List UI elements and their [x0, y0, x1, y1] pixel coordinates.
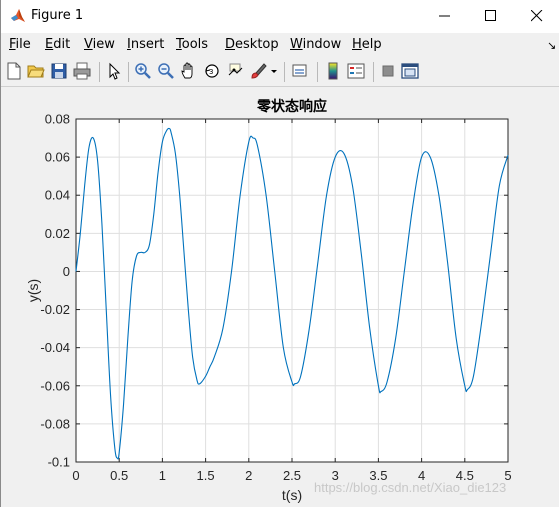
minimize-icon: [439, 15, 450, 17]
y-tick-label: -0.06: [40, 378, 70, 393]
legend-icon[interactable]: [347, 62, 365, 80]
chart-title: 零状态响应: [256, 98, 327, 115]
print-icon[interactable]: [73, 62, 91, 80]
figure-canvas: 0 0.5 1 1.5 2 2.5 3 3.5 4 4.5 5 0.08 0.06 0.04 0.02 0 -0…: [2, 87, 559, 507]
y-tick-label: 0.02: [45, 226, 70, 241]
toolbar-separator: [317, 62, 318, 82]
rotate-3d-icon[interactable]: 3: [203, 62, 221, 80]
x-tick-label: 0: [72, 468, 79, 483]
menu-bar: File Edit View Insert Tools Desktop Wind…: [1, 33, 559, 57]
pan-hand-icon[interactable]: [180, 62, 198, 80]
minimize-button[interactable]: [422, 0, 468, 33]
y-tick-label: -0.04: [40, 340, 70, 355]
open-file-icon[interactable]: [27, 62, 45, 80]
figure-toolbar: 3: [1, 57, 559, 87]
y-tick-label: -0.08: [40, 416, 70, 431]
menu-dock-arrow-icon[interactable]: ↘: [547, 39, 556, 52]
y-tick-label: 0.08: [45, 112, 70, 127]
y-tick-label: 0.06: [45, 150, 70, 165]
data-cursor-icon[interactable]: [226, 62, 244, 80]
link-plot-icon[interactable]: [291, 62, 309, 80]
maximize-icon: [485, 10, 496, 21]
brush-icon[interactable]: [249, 62, 267, 80]
title-bar: Figure 1: [1, 0, 559, 33]
hide-plot-tools-icon[interactable]: [379, 62, 397, 80]
menu-edit[interactable]: Edit: [45, 37, 70, 52]
x-tick-label: 2: [245, 468, 252, 483]
save-icon[interactable]: [50, 62, 68, 80]
y-tick-label: 0: [63, 264, 70, 279]
menu-desktop[interactable]: Desktop: [225, 37, 279, 52]
y-axis-label: y(s): [25, 279, 41, 302]
colorbar-icon[interactable]: [324, 62, 342, 80]
maximize-button[interactable]: [468, 0, 514, 33]
svg-text:3: 3: [209, 68, 213, 76]
zoom-in-icon[interactable]: [134, 62, 152, 80]
y-tick-label: -0.1: [48, 455, 70, 470]
figure-window: Figure 1 File Edit View Insert Tools Des…: [0, 0, 559, 507]
x-axis-label: t(s): [282, 487, 302, 503]
watermark-text: https://blog.csdn.net/Xiao_die123: [314, 480, 507, 495]
toolbar-separator: [99, 62, 100, 82]
x-tick-label: 0.5: [110, 468, 128, 483]
toolbar-separator: [128, 62, 129, 82]
new-figure-icon[interactable]: [5, 62, 23, 80]
menu-view[interactable]: View: [84, 37, 115, 52]
menu-window[interactable]: Window: [290, 37, 341, 52]
brush-dropdown-icon[interactable]: [269, 62, 279, 80]
pointer-icon[interactable]: [105, 62, 123, 80]
toolbar-separator: [284, 62, 285, 82]
y-tick-label: -0.02: [40, 302, 70, 317]
toolbar-separator: [373, 62, 374, 82]
close-icon: [531, 10, 543, 22]
zero-state-response-plot[interactable]: 0 0.5 1 1.5 2 2.5 3 3.5 4 4.5 50.080.060.040.020-0…: [2, 87, 559, 507]
menu-help[interactable]: Help: [352, 37, 382, 52]
menu-insert[interactable]: Insert: [127, 37, 164, 52]
zoom-out-icon[interactable]: [157, 62, 175, 80]
close-button[interactable]: [514, 0, 559, 33]
x-tick-label: 1.5: [197, 468, 215, 483]
matlab-logo-icon: [11, 9, 25, 22]
menu-tools[interactable]: Tools: [176, 37, 208, 52]
y-tick-label: 0.04: [45, 188, 70, 203]
x-tick-label: 2.5: [283, 468, 301, 483]
menu-file[interactable]: File: [9, 37, 31, 52]
show-plot-tools-icon[interactable]: [401, 62, 419, 80]
window-title: Figure 1: [31, 8, 84, 23]
x-tick-label: 1: [159, 468, 166, 483]
